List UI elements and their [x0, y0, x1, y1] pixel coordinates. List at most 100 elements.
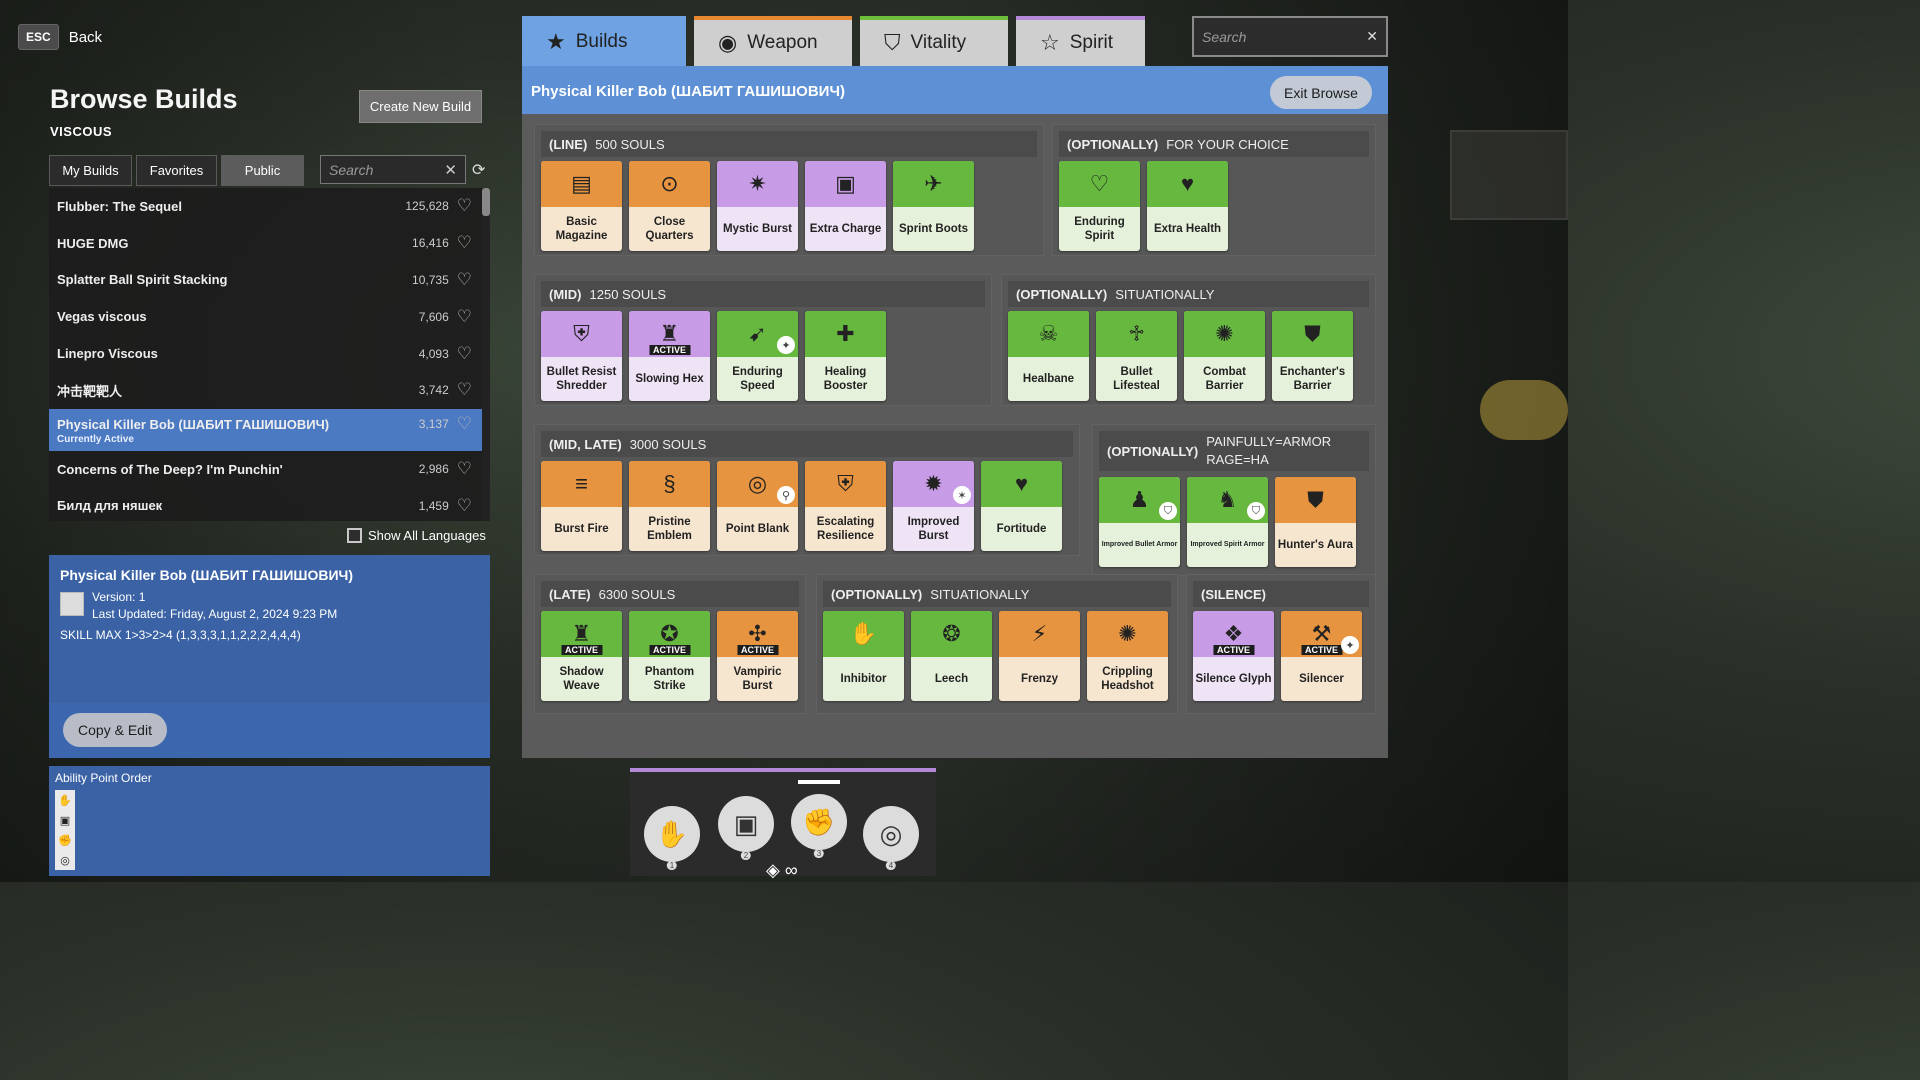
item-label: Leech: [934, 673, 969, 685]
item-card[interactable]: ⊙ Close Quarters: [629, 161, 710, 251]
item-card[interactable]: ⛊ Enchanter's Barrier: [1272, 311, 1353, 401]
item-search-input[interactable]: Search ✕: [1192, 16, 1388, 57]
favorite-heart-icon[interactable]: ♡: [457, 344, 472, 364]
item-card[interactable]: ✪ ACTIVE Phantom Strike: [629, 611, 710, 701]
item-card[interactable]: ♟ ⛉ Improved Bullet Armor: [1099, 477, 1180, 567]
tab-builds[interactable]: ★ Builds: [522, 16, 686, 68]
build-header-title: Physical Killer Bob (ШАБИТ ГАШИШОВИЧ): [531, 83, 845, 100]
create-new-build-button[interactable]: Create New Build: [359, 90, 482, 123]
tab-public[interactable]: Public: [221, 155, 304, 186]
item-label: Hunter's Aura: [1277, 539, 1354, 551]
item-card[interactable]: ♞ ⛉ Improved Spirit Armor: [1187, 477, 1268, 567]
item-card[interactable]: ❖ ACTIVE Silence Glyph: [1193, 611, 1274, 701]
item-card[interactable]: ⛨ Escalating Resilience: [805, 461, 886, 551]
item-card[interactable]: ♥ Extra Health: [1147, 161, 1228, 251]
group-desc: 500 SOULS: [595, 136, 665, 152]
item-card[interactable]: ▤ Basic Magazine: [541, 161, 622, 251]
builds-search-input[interactable]: Search ✕: [320, 155, 466, 184]
build-items-panel: Physical Killer Bob (ШАБИТ ГАШИШОВИЧ) Ex…: [522, 66, 1388, 758]
item-card[interactable]: ♱ Bullet Lifesteal: [1096, 311, 1177, 401]
favorite-heart-icon[interactable]: ♡: [457, 496, 472, 516]
item-card[interactable]: ♜ ACTIVE Slowing Hex: [629, 311, 710, 401]
item-card[interactable]: ◎ ⚲ Point Blank: [717, 461, 798, 551]
lifesteal-icon: ♱: [1096, 311, 1177, 357]
ability-1[interactable]: ✋ 1: [644, 806, 700, 870]
tab-favorites[interactable]: Favorites: [136, 155, 217, 186]
item-card[interactable]: ⛊ Hunter's Aura: [1275, 477, 1356, 567]
group-tag: (OPTIONALLY): [1107, 443, 1199, 459]
clear-item-search-icon[interactable]: ✕: [1366, 28, 1378, 45]
favorite-heart-icon[interactable]: ♡: [457, 414, 472, 434]
build-row[interactable]: Билд для няшек 1,459 ♡: [49, 488, 482, 521]
item-card[interactable]: ☠ Healbane: [1008, 311, 1089, 401]
item-label: Healbane: [1022, 373, 1075, 385]
favorite-heart-icon[interactable]: ♡: [457, 380, 472, 400]
clear-search-icon[interactable]: ✕: [444, 161, 457, 179]
copy-edit-button[interactable]: Copy & Edit: [63, 713, 167, 747]
magazine-icon: ▤: [541, 161, 622, 207]
item-card[interactable]: ✷ Mystic Burst: [717, 161, 798, 251]
item-card[interactable]: § Pristine Emblem: [629, 461, 710, 551]
item-label: Mystic Burst: [722, 223, 793, 235]
ability-3[interactable]: ✊ 3: [791, 794, 847, 858]
group-tag: (SILENCE): [1201, 586, 1266, 602]
item-card[interactable]: ✚ Healing Booster: [805, 311, 886, 401]
build-row[interactable]: Splatter Ball Spirit Stacking 10,735 ♡: [49, 262, 482, 299]
show-all-languages-checkbox[interactable]: [347, 528, 362, 543]
battery-icon: ▣: [805, 161, 886, 207]
build-row[interactable]: Vegas viscous 7,606 ♡: [49, 298, 482, 335]
build-row[interactable]: HUGE DMG 16,416 ♡: [49, 225, 482, 262]
item-label: Bullet Resist Shredder: [546, 366, 617, 392]
item-label: Improved Burst: [907, 516, 960, 542]
item-group: (OPTIONALLY) PAINFULLY=ARMOR RAGE=HA ♟ ⛉ Imp…: [1092, 424, 1376, 576]
exit-browse-button[interactable]: Exit Browse: [1270, 76, 1372, 109]
build-row[interactable]: Flubber: The Sequel 125,628 ♡: [49, 188, 482, 225]
item-card[interactable]: ❂ Leech: [911, 611, 992, 701]
show-all-languages-label: Show All Languages: [368, 528, 486, 543]
ability-4[interactable]: ◎ 4: [863, 806, 919, 870]
item-card[interactable]: ⛨ Bullet Resist Shredder: [541, 311, 622, 401]
item-card[interactable]: ➹ ✦ Enduring Speed: [717, 311, 798, 401]
item-card[interactable]: ♜ ACTIVE Shadow Weave: [541, 611, 622, 701]
tab-my-builds[interactable]: My Builds: [49, 155, 132, 186]
item-card[interactable]: ♥ Fortitude: [981, 461, 1062, 551]
build-favorites-count: 4,093: [418, 346, 449, 361]
build-list-scroll-thumb[interactable]: [482, 188, 490, 216]
item-card[interactable]: ⚡ Frenzy: [999, 611, 1080, 701]
item-card[interactable]: ✣ ACTIVE Vampiric Burst: [717, 611, 798, 701]
favorite-heart-icon[interactable]: ♡: [457, 270, 472, 290]
favorite-heart-icon[interactable]: ♡: [457, 307, 472, 327]
back-label[interactable]: Back: [69, 29, 102, 46]
group-desc-line: RAGE=HA: [1206, 452, 1269, 467]
build-row[interactable]: Concerns of The Deep? I'm Punchin' 2,986 ♡: [49, 451, 482, 488]
item-card[interactable]: ✹ ✶ Improved Burst: [893, 461, 974, 551]
item-card[interactable]: ≡ Burst Fire: [541, 461, 622, 551]
item-label: Close Quarters: [645, 216, 694, 242]
item-label: Phantom Strike: [644, 666, 695, 692]
item-card[interactable]: ♡ Enduring Spirit: [1059, 161, 1140, 251]
item-card[interactable]: ▣ Extra Charge: [805, 161, 886, 251]
item-card[interactable]: ⚒ ACTIVE ✦ Silencer: [1281, 611, 1362, 701]
item-card[interactable]: ✺ Crippling Headshot: [1087, 611, 1168, 701]
show-all-languages-toggle[interactable]: Show All Languages: [347, 528, 486, 543]
favorite-heart-icon[interactable]: ♡: [457, 196, 472, 216]
ability-2[interactable]: ▣ 2: [718, 796, 774, 860]
build-row[interactable]: 冲击靶靶人 3,742 ♡: [49, 372, 482, 409]
favorite-heart-icon[interactable]: ♡: [457, 233, 472, 253]
item-card[interactable]: ✺ Combat Barrier: [1184, 311, 1265, 401]
item-card[interactable]: ✈ Sprint Boots: [893, 161, 974, 251]
tab-weapon[interactable]: ◉ Weapon: [694, 16, 852, 66]
favorite-heart-icon[interactable]: ♡: [457, 459, 472, 479]
build-name: Flubber: The Sequel: [57, 198, 182, 214]
refresh-icon[interactable]: ⟳: [472, 160, 485, 180]
tab-vitality[interactable]: ⛉ Vitality: [860, 16, 1008, 66]
tab-spirit[interactable]: ☆ Spirit: [1016, 16, 1145, 66]
frenzy-icon: ⚡: [999, 611, 1080, 657]
build-row-selected[interactable]: Physical Killer Bob (ШАБИТ ГАШИШОВИЧ) 3,1…: [49, 408, 482, 451]
build-row[interactable]: Linepro Viscous 4,093 ♡: [49, 335, 482, 372]
build-list-scrollbar[interactable]: [482, 188, 490, 521]
item-card[interactable]: ✋ Inhibitor: [823, 611, 904, 701]
back-control[interactable]: ESC Back: [18, 24, 102, 50]
build-favorites-count: 7,606: [418, 309, 449, 324]
upgrade-badge-icon: ⛉: [1247, 502, 1265, 520]
